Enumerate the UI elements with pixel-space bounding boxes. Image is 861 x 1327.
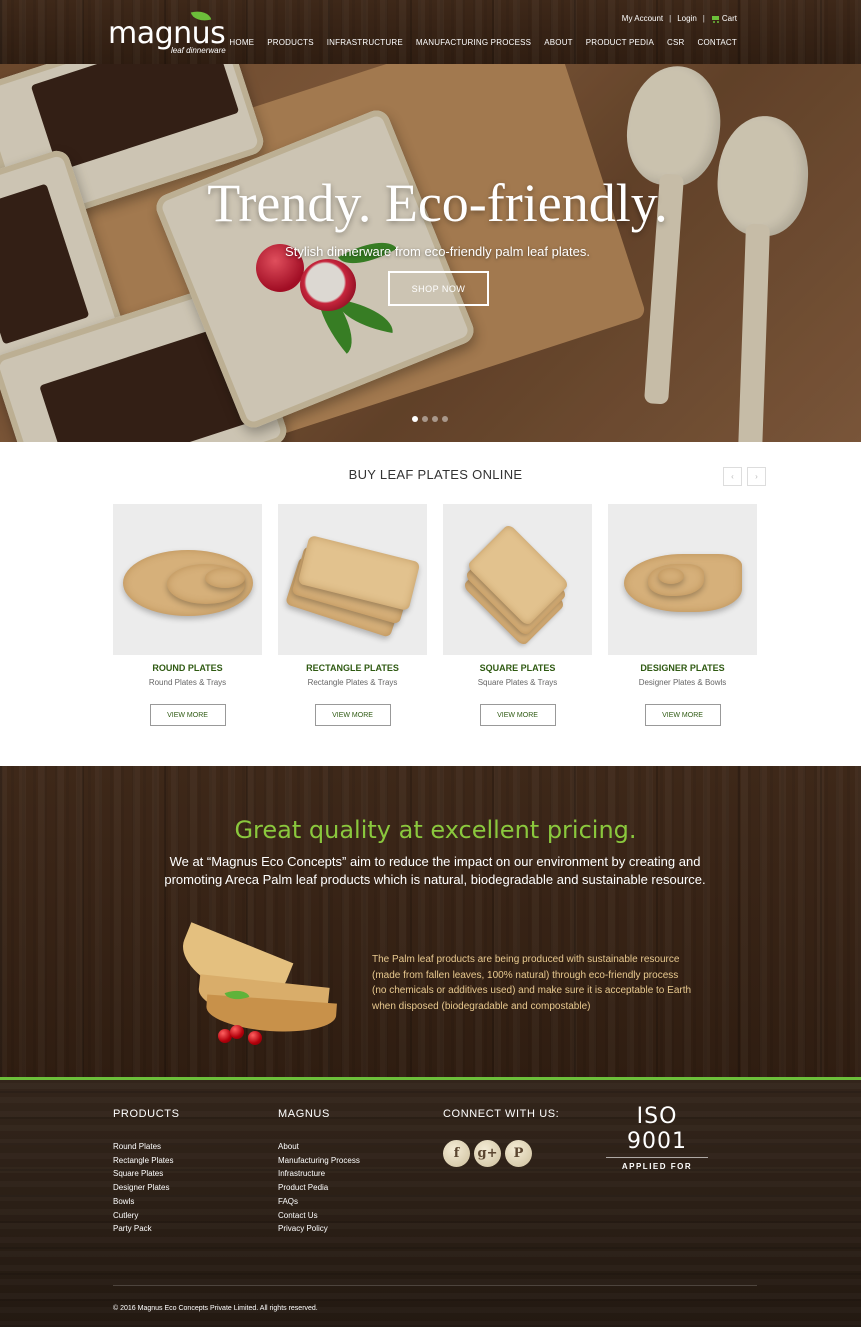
chevron-right-icon: › [755, 472, 758, 481]
slider-dot[interactable] [442, 416, 448, 422]
iso-subtitle: APPLIED FOR [621, 1162, 693, 1171]
separator: | [702, 14, 705, 23]
site-footer: PRODUCTS Round Plates Rectangle Plates S… [0, 1077, 861, 1327]
nav-about[interactable]: ABOUT [544, 38, 573, 47]
footer-link[interactable]: Cutlery [113, 1209, 180, 1223]
footer-link[interactable]: Square Plates [113, 1167, 180, 1181]
account-bar: My Account | Login | Cart [622, 14, 737, 23]
carousel-prev-button[interactable]: ‹ [723, 467, 742, 486]
nav-csr[interactable]: CSR [667, 38, 685, 47]
footer-link[interactable]: Contact Us [278, 1209, 360, 1223]
hero-subtitle: Stylish dinnerware from eco-friendly pal… [285, 244, 590, 259]
product-card-round: ROUND PLATES Round Plates & Trays VIEW M… [113, 504, 262, 726]
footer-divider [113, 1285, 757, 1286]
view-more-button[interactable]: VIEW MORE [644, 704, 721, 726]
cart-label: Cart [721, 14, 737, 23]
footer-products-column: PRODUCTS Round Plates Rectangle Plates S… [113, 1108, 180, 1236]
slider-dot[interactable] [432, 416, 438, 422]
nav-infrastructure[interactable]: INFRASTRUCTURE [327, 38, 403, 47]
footer-link[interactable]: FAQs [278, 1195, 360, 1209]
footer-magnus-column: MAGNUS About Manufacturing Process Infra… [278, 1108, 360, 1236]
my-account-link[interactable]: My Account [622, 14, 663, 23]
view-more-button[interactable]: VIEW MORE [314, 704, 391, 726]
copyright-text: © 2016 Magnus Eco Concepts Private Limit… [113, 1305, 318, 1312]
cart-link[interactable]: Cart [711, 14, 737, 23]
product-name[interactable]: SQUARE PLATES [443, 663, 592, 673]
shop-now-button[interactable]: SHOP NOW [388, 271, 489, 306]
product-image[interactable] [608, 504, 757, 655]
product-card-square: SQUARE PLATES Square Plates & Trays VIEW… [443, 504, 592, 726]
nav-product-pedia[interactable]: PRODUCT PEDIA [586, 38, 654, 47]
carousel-next-button[interactable]: › [747, 467, 766, 486]
footer-link[interactable]: Product Pedia [278, 1181, 360, 1195]
site-header: magnus leaf dinnerware My Account | Logi… [0, 0, 861, 64]
footer-link[interactable]: Round Plates [113, 1140, 180, 1154]
nav-products[interactable]: PRODUCTS [267, 38, 314, 47]
quality-section: Great quality at excellent pricing. We a… [0, 766, 861, 1077]
product-card-designer: DESIGNER PLATES Designer Plates & Bowls … [608, 504, 757, 726]
login-link[interactable]: Login [677, 14, 697, 23]
product-image[interactable] [113, 504, 262, 655]
main-nav: HOME PRODUCTS INFRASTRUCTURE MANUFACTURI… [229, 38, 737, 47]
slider-dots [412, 416, 448, 422]
view-more-button[interactable]: VIEW MORE [479, 704, 556, 726]
pinterest-icon[interactable]: P [505, 1140, 532, 1167]
leaf-boat-image [172, 922, 340, 1056]
product-subtitle: Designer Plates & Bowls [638, 678, 727, 687]
product-name[interactable]: RECTANGLE PLATES [278, 663, 427, 673]
footer-link[interactable]: Infrastructure [278, 1167, 360, 1181]
slider-dot[interactable] [412, 416, 418, 422]
product-image[interactable] [278, 504, 427, 655]
nav-contact[interactable]: CONTACT [698, 38, 737, 47]
iso-badge: ISO 9001 APPLIED FOR [606, 1104, 708, 1171]
view-more-button[interactable]: VIEW MORE [149, 704, 226, 726]
quality-body: The Palm leaf products are being produce… [372, 954, 692, 1012]
logo-tagline: leaf dinnerware [171, 46, 226, 55]
product-subtitle: Square Plates & Trays [477, 678, 558, 687]
footer-heading: MAGNUS [278, 1108, 330, 1120]
product-subtitle: Rectangle Plates & Trays [307, 678, 398, 687]
nav-home[interactable]: HOME [229, 38, 254, 47]
logo[interactable]: magnus leaf dinnerware [108, 7, 228, 56]
social-links: f g+ P [443, 1140, 559, 1167]
nav-manufacturing-process[interactable]: MANUFACTURING PROCESS [416, 38, 531, 47]
hero-title: Trendy. Eco-friendly. [207, 173, 668, 233]
product-name[interactable]: DESIGNER PLATES [608, 663, 757, 673]
footer-link[interactable]: Designer Plates [113, 1181, 180, 1195]
facebook-icon[interactable]: f [443, 1140, 470, 1167]
cart-icon [711, 15, 720, 23]
separator: | [669, 14, 672, 23]
footer-link[interactable]: Privacy Policy [278, 1222, 360, 1236]
google-plus-icon[interactable]: g+ [474, 1140, 501, 1167]
footer-connect-column: CONNECT WITH US: f g+ P [443, 1108, 559, 1167]
footer-link[interactable]: Bowls [113, 1195, 180, 1209]
footer-link[interactable]: Manufacturing Process [278, 1154, 360, 1168]
footer-heading: PRODUCTS [113, 1108, 180, 1120]
chevron-left-icon: ‹ [731, 472, 734, 481]
hero-slider: Trendy. Eco-friendly. Stylish dinnerware… [0, 64, 861, 442]
product-image[interactable] [443, 504, 592, 655]
iso-title: ISO 9001 [606, 1104, 708, 1158]
footer-link[interactable]: Party Pack [113, 1222, 180, 1236]
footer-link[interactable]: Rectangle Plates [113, 1154, 180, 1168]
product-name[interactable]: ROUND PLATES [113, 663, 262, 673]
quality-lead: We at “Magnus Eco Concepts” aim to reduc… [164, 854, 706, 887]
footer-link[interactable]: About [278, 1140, 360, 1154]
slider-dot[interactable] [422, 416, 428, 422]
product-card-rectangle: RECTANGLE PLATES Rectangle Plates & Tray… [278, 504, 427, 726]
footer-heading: CONNECT WITH US: [443, 1108, 560, 1120]
quality-title: Great quality at excellent pricing. [234, 816, 637, 844]
product-subtitle: Round Plates & Trays [148, 678, 227, 687]
